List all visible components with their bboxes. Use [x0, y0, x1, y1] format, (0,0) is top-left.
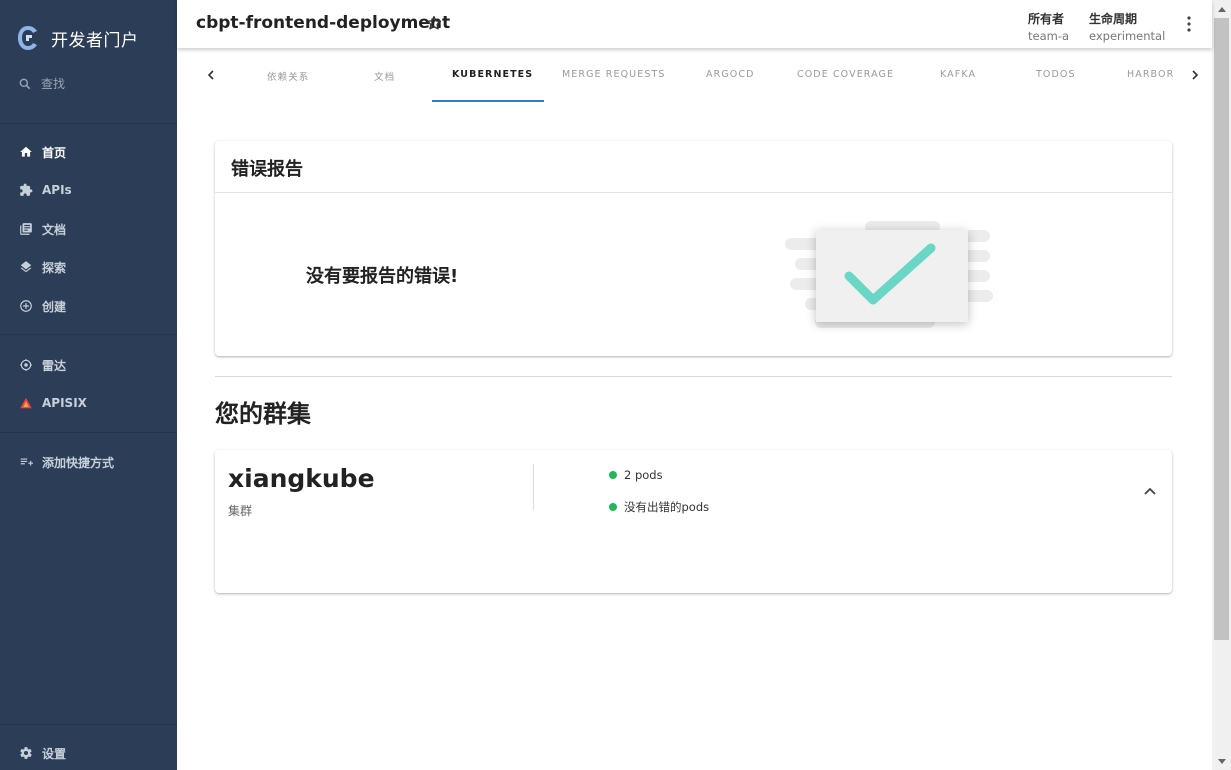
tab-code-coverage[interactable]: CODE COVERAGE	[797, 69, 894, 80]
error-pods-status-text: 没有出错的pods	[624, 500, 710, 514]
gear-icon	[19, 747, 32, 759]
tab-todos[interactable]: TODOS	[1036, 69, 1076, 80]
cluster-vertical-divider	[533, 464, 534, 510]
layers-icon	[20, 261, 31, 273]
sidebar-item-apis[interactable]: APIs	[18, 180, 72, 200]
sidebar-item-create[interactable]: 创建	[18, 296, 66, 316]
star-outline-icon[interactable]	[425, 14, 443, 32]
sidebar-search[interactable]: 查找	[18, 75, 65, 92]
checkmark-illustration-icon	[785, 221, 993, 328]
error-report-title: 错误报告	[215, 141, 1172, 193]
clusters-title: 您的群集	[215, 400, 311, 428]
chevron-right-icon	[1192, 70, 1199, 80]
sidebar-item-apisix[interactable]: APISIX	[18, 393, 87, 413]
owner-meta: 所有者 team-a	[1028, 10, 1069, 43]
sidebar-item-explore[interactable]: 探索	[18, 257, 66, 277]
add-circle-icon	[19, 300, 32, 312]
pods-status-text: 2 pods	[624, 468, 663, 482]
scroll-down-button[interactable]	[1212, 753, 1231, 770]
tab-scroll-left[interactable]	[202, 66, 220, 84]
status-ok-dot	[609, 503, 617, 511]
sidebar-item-add-shortcut[interactable]: 添加快捷方式	[18, 452, 114, 472]
vertical-scrollbar[interactable]	[1212, 0, 1231, 770]
app-title: 开发者门户	[51, 30, 139, 51]
error-report-card: 错误报告 没有要报告的错误!	[215, 141, 1172, 356]
sidebar-divider	[0, 334, 177, 335]
lifecycle-meta: 生命周期 experimental	[1089, 10, 1165, 43]
radar-icon	[19, 359, 32, 371]
section-divider	[215, 376, 1172, 377]
sidebar-item-label: 探索	[42, 260, 67, 275]
sidebar-search-label: 查找	[41, 77, 66, 91]
tab-merge-requests[interactable]: MERGE REQUESTS	[562, 69, 665, 80]
more-vert-icon[interactable]	[1186, 16, 1192, 32]
sidebar-item-label: 创建	[42, 299, 67, 314]
cluster-card: xiangkube 集群 2 pods 没有出错的pods	[215, 450, 1172, 593]
search-icon	[19, 78, 31, 89]
tab-argocd[interactable]: ARGOCD	[706, 69, 755, 80]
sidebar-item-label: 雷达	[42, 358, 67, 373]
sidebar-item-label: 添加快捷方式	[42, 455, 115, 470]
chevron-up-icon[interactable]	[1143, 486, 1157, 496]
tab-kafka[interactable]: KAFKA	[940, 69, 976, 80]
library-icon	[19, 223, 32, 235]
tab-scroll-right[interactable]	[1186, 66, 1204, 84]
sidebar-divider	[0, 724, 177, 725]
entity-header: cbpt-frontend-deployment 所有者 team-a 生命周期…	[177, 0, 1212, 48]
app-logo[interactable]: 开发者门户	[16, 24, 139, 52]
no-errors-message: 没有要报告的错误!	[306, 266, 459, 287]
sidebar-divider	[0, 123, 177, 124]
owner-value[interactable]: team-a	[1028, 29, 1069, 43]
page-title: cbpt-frontend-deployment	[196, 13, 451, 33]
sidebar-item-radar[interactable]: 雷达	[18, 355, 66, 375]
status-ok-dot	[609, 471, 617, 479]
sidebar-item-label: 文档	[42, 222, 67, 237]
lifecycle-value: experimental	[1089, 29, 1166, 43]
home-icon	[19, 146, 32, 157]
tab-kubernetes[interactable]: KUBERNETES	[452, 69, 533, 80]
tab-bar: 依赖关系 文档 KUBERNETES MERGE REQUESTS ARGOCD…	[177, 48, 1212, 102]
sidebar-item-label: 首页	[42, 145, 67, 160]
scroll-down-arrow-icon	[1217, 758, 1226, 764]
playlist-add-icon	[20, 458, 33, 466]
sidebar-item-settings[interactable]: 设置	[18, 743, 66, 763]
sidebar: 开发者门户 查找 首页 APIs 文档 探索 创建 雷达 APISIX 添加快捷…	[0, 0, 177, 770]
main-content: 错误报告 没有要报告的错误! 您的群集 xiangkube 集群 2 pods …	[177, 102, 1212, 770]
apisix-icon	[19, 397, 32, 409]
sidebar-item-label: APISIX	[42, 396, 87, 410]
sidebar-item-label: 设置	[42, 746, 67, 761]
chevron-left-icon	[207, 70, 214, 80]
sidebar-divider	[0, 432, 177, 433]
owner-label: 所有者	[1028, 12, 1065, 26]
error-pods-status: 没有出错的pods	[609, 499, 709, 515]
pods-status: 2 pods	[609, 468, 663, 482]
logo-icon	[18, 26, 37, 50]
tab-docs[interactable]: 文档	[374, 69, 395, 83]
scrollbar-thumb[interactable]	[1214, 18, 1229, 640]
tab-harbor[interactable]: HARBOR	[1127, 69, 1174, 80]
scroll-up-button[interactable]	[1212, 0, 1231, 17]
scroll-up-arrow-icon	[1217, 6, 1226, 12]
sidebar-item-docs[interactable]: 文档	[18, 219, 66, 239]
sidebar-item-label: APIs	[42, 183, 72, 197]
puzzle-icon	[19, 183, 32, 196]
sidebar-item-home[interactable]: 首页	[18, 142, 66, 162]
cluster-subtitle: 集群	[228, 504, 253, 518]
lifecycle-label: 生命周期	[1089, 12, 1138, 26]
cluster-name: xiangkube	[228, 464, 375, 493]
tab-dependencies[interactable]: 依赖关系	[267, 69, 309, 83]
